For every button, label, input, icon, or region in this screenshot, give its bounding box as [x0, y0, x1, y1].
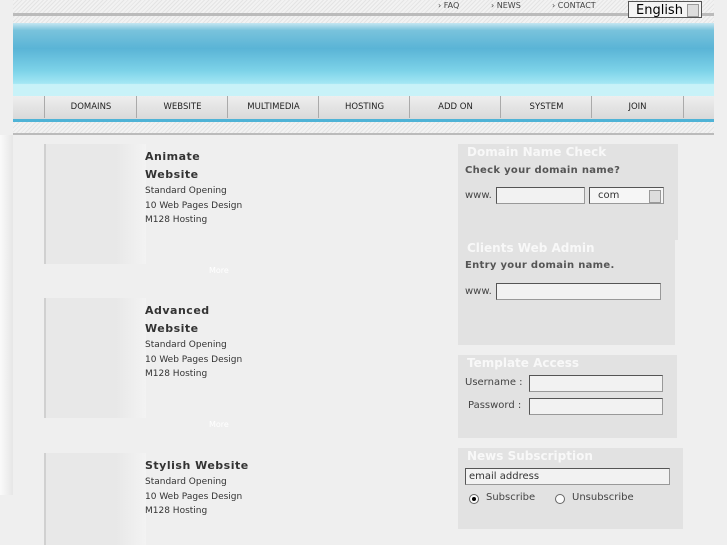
divider: [13, 13, 714, 16]
chevron-down-icon: [649, 190, 661, 203]
faq-link[interactable]: › FAQ: [438, 1, 459, 10]
product-image[interactable]: [44, 298, 146, 418]
admin-domain-input[interactable]: [496, 283, 661, 300]
main-nav: DOMAINS WEBSITE MULTIMEDIA HOSTING ADD O…: [13, 96, 714, 120]
product-item: Animate Website Standard Opening 10 Web …: [145, 148, 242, 228]
more-link[interactable]: More: [209, 266, 229, 275]
www-label: www.: [465, 286, 492, 297]
panel-title: Domain Name Check: [467, 145, 607, 159]
faq-label: FAQ: [443, 1, 460, 10]
unsubscribe-label[interactable]: Unsubscribe: [572, 492, 634, 503]
nav-add-on[interactable]: ADD ON: [409, 96, 501, 118]
product-feature: M128 Hosting: [145, 506, 208, 516]
email-input[interactable]: email address: [465, 468, 670, 485]
news-link[interactable]: › NEWS: [491, 1, 521, 10]
product-feature: Standard Opening: [145, 340, 227, 350]
product-title[interactable]: Animate: [145, 148, 242, 166]
language-value: English: [636, 3, 683, 18]
panel-title: Clients Web Admin: [467, 241, 595, 255]
product-title[interactable]: Advanced: [145, 302, 242, 320]
subscribe-radio[interactable]: [469, 494, 479, 504]
tld-select[interactable]: com: [589, 187, 664, 204]
product-title[interactable]: Website: [145, 320, 242, 338]
product-feature: M128 Hosting: [145, 369, 208, 379]
language-select[interactable]: English: [628, 1, 702, 18]
password-label: Password :: [468, 400, 522, 411]
domain-prompt: Check your domain name?: [465, 165, 621, 176]
product-feature: Standard Opening: [145, 477, 227, 487]
product-item: Advanced Website Standard Opening 10 Web…: [145, 302, 242, 382]
product-title[interactable]: Stylish Website: [145, 457, 249, 475]
banner: [13, 23, 714, 96]
nav-join[interactable]: JOIN: [591, 96, 684, 118]
product-feature: 10 Web Pages Design: [145, 491, 243, 502]
news-label: NEWS: [496, 1, 521, 10]
password-input[interactable]: [529, 398, 663, 415]
news-subscription-panel: News Subscription email address Subscrib…: [458, 448, 683, 529]
username-input[interactable]: [529, 375, 663, 392]
panel-title: News Subscription: [467, 449, 593, 463]
nav-system[interactable]: SYSTEM: [500, 96, 592, 118]
panel-title: Template Access: [467, 356, 580, 370]
nav-hosting[interactable]: HOSTING: [318, 96, 410, 118]
domain-input[interactable]: [496, 187, 585, 204]
product-feature: 10 Web Pages Design: [145, 354, 243, 365]
domain-check-panel: Domain Name Check Check your domain name…: [458, 144, 678, 240]
product-image[interactable]: [44, 453, 146, 545]
unsubscribe-radio[interactable]: [555, 494, 565, 504]
contact-link[interactable]: › CONTACT: [552, 1, 596, 10]
nav-multimedia[interactable]: MULTIMEDIA: [227, 96, 319, 118]
left-shadow: [0, 135, 13, 495]
product-image[interactable]: [44, 144, 146, 264]
product-feature: M128 Hosting: [145, 215, 208, 225]
clients-admin-panel: Clients Web Admin Entry your domain name…: [458, 240, 675, 345]
admin-prompt: Entry your domain name.: [465, 260, 615, 271]
divider: [13, 133, 714, 135]
product-feature: 10 Web Pages Design: [145, 200, 243, 211]
nav-domains[interactable]: DOMAINS: [44, 96, 137, 118]
divider: [13, 119, 714, 122]
contact-label: CONTACT: [557, 1, 596, 10]
tld-value: com: [598, 190, 620, 201]
username-label: Username :: [465, 377, 523, 388]
subscribe-label[interactable]: Subscribe: [486, 492, 535, 503]
product-feature: Standard Opening: [145, 186, 227, 196]
chevron-down-icon: [687, 4, 699, 17]
product-item: Stylish Website Standard Opening 10 Web …: [145, 457, 249, 519]
more-link[interactable]: More: [209, 420, 229, 429]
nav-website[interactable]: WEBSITE: [136, 96, 228, 118]
www-label: www.: [465, 190, 492, 201]
product-title[interactable]: Website: [145, 166, 242, 184]
template-access-panel: Template Access Username : Password :: [458, 355, 677, 438]
